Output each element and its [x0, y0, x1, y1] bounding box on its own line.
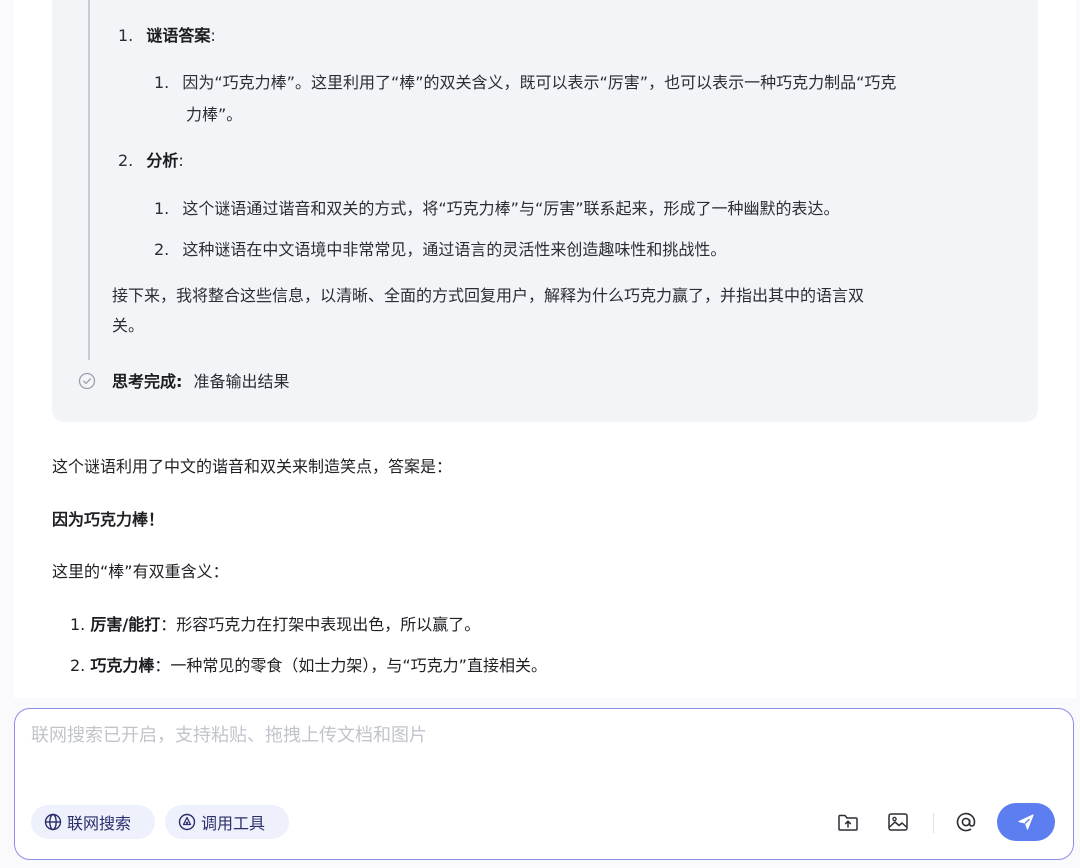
send-icon: [1018, 814, 1034, 830]
thinking-conclusion-cont: 关。: [112, 316, 145, 335]
thinking-panel: 1. 谜语答案: 1. 因为“巧克力棒”。这里利用了“棒”的双关含义，既可以表示…: [52, 0, 1038, 422]
thinking-item-2: 2. 分析:: [118, 149, 184, 173]
list-number: 2.: [118, 151, 134, 170]
list-number: 1.: [118, 26, 134, 45]
call-tools-button[interactable]: 调用工具: [165, 805, 289, 839]
thinking-item-label: 谜语答案: [146, 26, 211, 45]
chat-input-placeholder[interactable]: 联网搜索已开启，支持粘贴、拖拽上传文档和图片: [31, 723, 427, 749]
thinking-subitem: 1. 这个谜语通过谐音和双关的方式，将“巧克力棒”与“厉害”联系起来，形成了一种…: [154, 197, 840, 221]
web-search-label: 联网搜索: [67, 814, 132, 833]
answer-meaning: 这里的“棒”有双重含义：: [52, 562, 229, 581]
list-number: 2.: [154, 240, 170, 259]
thinking-item-label: 分析: [146, 151, 179, 170]
list-term: 厉害/能打: [90, 615, 161, 634]
thinking-status: 思考完成: 准备输出结果: [112, 370, 290, 394]
globe-icon: [44, 813, 62, 831]
chat-input-box[interactable]: 联网搜索已开启，支持粘贴、拖拽上传文档和图片 联网搜索 调用工具: [14, 708, 1074, 860]
thinking-subitem-text: 这种谜语在中文语境中非常常见，通过语言的灵活性来创造趣味性和挑战性。: [182, 240, 727, 259]
colon: :: [178, 151, 184, 170]
thinking-status-text: 准备输出结果: [193, 372, 290, 391]
call-tools-label: 调用工具: [201, 814, 266, 833]
list-number: 1.: [154, 73, 170, 92]
at-icon[interactable]: [953, 809, 979, 835]
answer-highlight: 因为巧克力棒！: [52, 510, 165, 529]
answer-intro: 这个谜语利用了中文的谐音和双关来制造笑点，答案是：: [52, 457, 453, 476]
thinking-subitem-text: 因为“巧克力棒”。这里利用了“棒”的双关含义，既可以表示“厉害”，也可以表示一种…: [182, 73, 897, 92]
thinking-divider-line: [88, 0, 90, 360]
tool-icon: [178, 813, 196, 831]
list-number: 2.: [70, 656, 86, 675]
image-icon[interactable]: [885, 809, 911, 835]
thinking-conclusion: 接下来，我将整合这些信息，以清晰、全面的方式回复用户，解释为什么巧克力赢了，并指…: [112, 286, 865, 305]
list-term: 巧克力棒: [90, 656, 155, 675]
thinking-subitem-text: 这个谜语通过谐音和双关的方式，将“巧克力棒”与“厉害”联系起来，形成了一种幽默的…: [182, 199, 840, 218]
thinking-subitem: 1. 因为“巧克力棒”。这里利用了“棒”的双关含义，既可以表示“厉害”，也可以表…: [154, 71, 896, 95]
thinking-subitem: 2. 这种谜语在中文语境中非常常见，通过语言的灵活性来创造趣味性和挑战性。: [154, 238, 726, 262]
thinking-item-1: 1. 谜语答案:: [118, 24, 216, 48]
web-search-toggle[interactable]: 联网搜索: [31, 805, 155, 839]
list-item: 2. 巧克力棒：一种常见的零食（如士力架），与“巧克力”直接相关。: [70, 654, 547, 678]
list-desc: ：一种常见的零食（如士力架），与“巧克力”直接相关。: [154, 656, 547, 675]
list-number: 1.: [70, 615, 86, 634]
check-circle-icon: [78, 372, 96, 390]
thinking-subitem-text-cont: 力棒”。: [186, 105, 243, 124]
list-number: 1.: [154, 199, 170, 218]
list-item: 1. 厉害/能打：形容巧克力在打架中表现出色，所以赢了。: [70, 613, 480, 637]
thinking-status-label: 思考完成:: [112, 372, 183, 391]
send-button[interactable]: [997, 803, 1055, 841]
folder-upload-icon[interactable]: [835, 809, 861, 835]
toolbar-divider: [933, 813, 934, 833]
chat-message-area: 1. 谜语答案: 1. 因为“巧克力棒”。这里利用了“棒”的双关含义，既可以表示…: [14, 0, 1076, 698]
chat-page: 1. 谜语答案: 1. 因为“巧克力棒”。这里利用了“棒”的双关含义，既可以表示…: [0, 0, 1080, 868]
list-desc: ：形容巧克力在打架中表现出色，所以赢了。: [160, 615, 481, 634]
colon: :: [210, 26, 216, 45]
